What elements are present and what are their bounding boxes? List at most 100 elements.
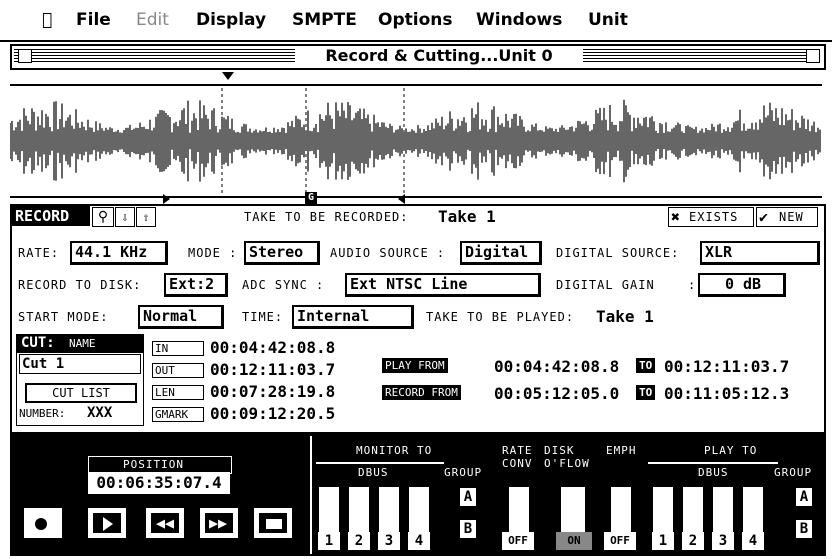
monitor-to-label: MONITOR TO bbox=[356, 444, 433, 457]
rate-select[interactable]: 44.1 KHz bbox=[70, 241, 168, 265]
play-dbus-label: DBUS bbox=[698, 466, 729, 479]
audio-source-select[interactable]: Digital bbox=[460, 241, 542, 265]
close-box-icon[interactable] bbox=[18, 49, 32, 63]
monitor-dbus-label: DBUS bbox=[358, 466, 389, 479]
new-checkbox[interactable]: ✔ NEW bbox=[756, 207, 818, 227]
cut-list-button[interactable]: CUT LIST bbox=[25, 383, 137, 403]
monitor-dbus-3-label: 3 bbox=[378, 532, 400, 550]
play-icon bbox=[103, 517, 113, 531]
number-label: NUMBER: bbox=[19, 407, 66, 420]
cut-name-label: NAME bbox=[69, 337, 96, 350]
start-mode-select[interactable]: Normal bbox=[138, 305, 224, 329]
rewind-button[interactable]: ◀◀ bbox=[144, 506, 186, 540]
in-label-box[interactable]: IN bbox=[152, 341, 204, 356]
play-to-value: 00:12:11:03.7 bbox=[664, 357, 790, 376]
stop-icon bbox=[266, 519, 282, 529]
play-dbus-1-label: 1 bbox=[652, 532, 674, 550]
zoom-box-icon[interactable] bbox=[806, 49, 820, 63]
play-from-button[interactable]: PLAY FROM bbox=[382, 358, 448, 373]
digital-gain-label: DIGITAL GAIN bbox=[556, 278, 655, 292]
waveform-trace bbox=[10, 99, 821, 183]
audio-source-label: AUDIO SOURCE : bbox=[330, 246, 446, 260]
fast-forward-icon: ▶▶ bbox=[209, 514, 228, 532]
out-value: 00:12:11:03.7 bbox=[210, 360, 336, 379]
position-display: 00:06:35:07.4 bbox=[88, 472, 230, 494]
transport-panel: POSITION 00:06:35:07.4 ◀◀ ▶▶ MONITOR TO … bbox=[10, 434, 826, 556]
record-to-disk-select[interactable]: Ext:2 bbox=[164, 273, 228, 297]
monitor-dbus-1-label: 1 bbox=[318, 532, 340, 550]
menu-file[interactable]: File bbox=[76, 10, 111, 30]
rate-conv-label: RATE CONV bbox=[502, 444, 533, 470]
arrow-up-icon[interactable]: ⇧ bbox=[136, 207, 156, 227]
play-to-label: TO bbox=[636, 358, 656, 373]
record-to-label: TO bbox=[636, 385, 656, 400]
exists-label: EXISTS bbox=[689, 210, 739, 224]
adc-sync-select[interactable]: Ext NTSC Line bbox=[345, 273, 541, 297]
play-group-a-button[interactable]: A bbox=[796, 488, 812, 506]
time-select[interactable]: Internal bbox=[292, 305, 414, 329]
cut-name-input[interactable]: Cut 1 bbox=[19, 354, 141, 374]
window-title: Record & Cutting...Unit 0 bbox=[295, 46, 583, 66]
check-icon: ✔ bbox=[759, 208, 769, 226]
record-from-value: 00:05:12:05.0 bbox=[494, 384, 620, 403]
stop-button[interactable] bbox=[252, 506, 294, 540]
emph-label: EMPH bbox=[606, 444, 637, 457]
waveform-display[interactable] bbox=[10, 84, 822, 198]
play-group-b-button[interactable]: B bbox=[796, 520, 812, 538]
start-mode-label: START MODE: bbox=[18, 310, 109, 324]
fast-forward-button[interactable]: ▶▶ bbox=[198, 506, 240, 540]
take-recorded-label: TAKE TO BE RECORDED: bbox=[244, 210, 409, 224]
in-point-marker-icon[interactable] bbox=[163, 194, 170, 204]
play-button[interactable] bbox=[86, 506, 128, 540]
out-label-box[interactable]: OUT bbox=[152, 363, 204, 378]
digital-source-select[interactable]: XLR bbox=[700, 241, 820, 265]
playhead-marker-icon[interactable] bbox=[222, 72, 234, 80]
len-label-box[interactable]: LEN bbox=[152, 385, 204, 400]
time-label: TIME: bbox=[242, 310, 284, 324]
cut-section: CUT: NAME Cut 1 CUT LIST NUMBER: XXX bbox=[16, 334, 144, 426]
digital-gain-field[interactable]: 0 dB bbox=[698, 273, 786, 297]
record-header: RECORD bbox=[12, 206, 90, 226]
position-label: POSITION bbox=[123, 458, 184, 471]
magnify-icon[interactable]: ⚲ bbox=[92, 207, 114, 227]
x-icon: ✖ bbox=[671, 208, 681, 226]
take-played-value: Take 1 bbox=[596, 307, 654, 326]
in-value: 00:04:42:08.8 bbox=[210, 338, 336, 357]
record-button[interactable] bbox=[22, 506, 64, 540]
record-to-value: 00:11:05:12.3 bbox=[664, 384, 790, 403]
menu-options[interactable]: Options bbox=[378, 10, 452, 30]
play-dbus-4-label: 4 bbox=[742, 532, 764, 550]
monitor-group-label: GROUP bbox=[444, 466, 483, 479]
waveform-graph bbox=[10, 88, 821, 194]
apple-menu-icon[interactable]:  bbox=[42, 10, 52, 30]
gmark-value: 00:09:12:20.5 bbox=[210, 404, 336, 423]
rate-label: RATE: bbox=[18, 246, 60, 260]
record-from-button[interactable]: RECORD FROM bbox=[382, 385, 461, 400]
window-title-bar[interactable]: Record & Cutting...Unit 0 bbox=[10, 44, 826, 70]
menu-smpte[interactable]: SMPTE bbox=[292, 10, 357, 30]
cut-header: CUT: bbox=[21, 335, 55, 351]
monitor-dbus-2-label: 2 bbox=[348, 532, 370, 550]
take-recorded-value: Take 1 bbox=[438, 207, 496, 226]
menu-edit[interactable]: Edit bbox=[136, 10, 169, 30]
menu-display[interactable]: Display bbox=[196, 10, 266, 30]
monitor-dbus-4-label: 4 bbox=[408, 532, 430, 550]
menu-bar:  File Edit Display SMPTE Options Window… bbox=[0, 0, 832, 42]
len-value: 00:07:28:19.8 bbox=[210, 382, 336, 401]
menu-windows[interactable]: Windows bbox=[476, 10, 562, 30]
gmark-marker-icon[interactable]: G bbox=[305, 192, 317, 204]
monitor-group-b-button[interactable]: B bbox=[460, 520, 476, 538]
adc-sync-label: ADC SYNC : bbox=[242, 278, 325, 292]
arrow-down-icon[interactable]: ⇩ bbox=[115, 207, 135, 227]
exists-checkbox[interactable]: ✖ EXISTS bbox=[668, 207, 754, 227]
menu-unit[interactable]: Unit bbox=[588, 10, 628, 30]
out-point-marker-icon[interactable] bbox=[398, 194, 405, 204]
gmark-label-box[interactable]: GMARK bbox=[152, 407, 204, 422]
take-played-label: TAKE TO BE PLAYED: bbox=[426, 310, 575, 324]
rewind-icon: ◀◀ bbox=[156, 514, 175, 532]
new-label: NEW bbox=[779, 210, 804, 224]
play-from-value: 00:04:42:08.8 bbox=[494, 357, 620, 376]
mode-select[interactable]: Stereo bbox=[244, 241, 320, 265]
monitor-group-a-button[interactable]: A bbox=[460, 488, 476, 506]
digital-gain-separator: : bbox=[688, 278, 697, 292]
